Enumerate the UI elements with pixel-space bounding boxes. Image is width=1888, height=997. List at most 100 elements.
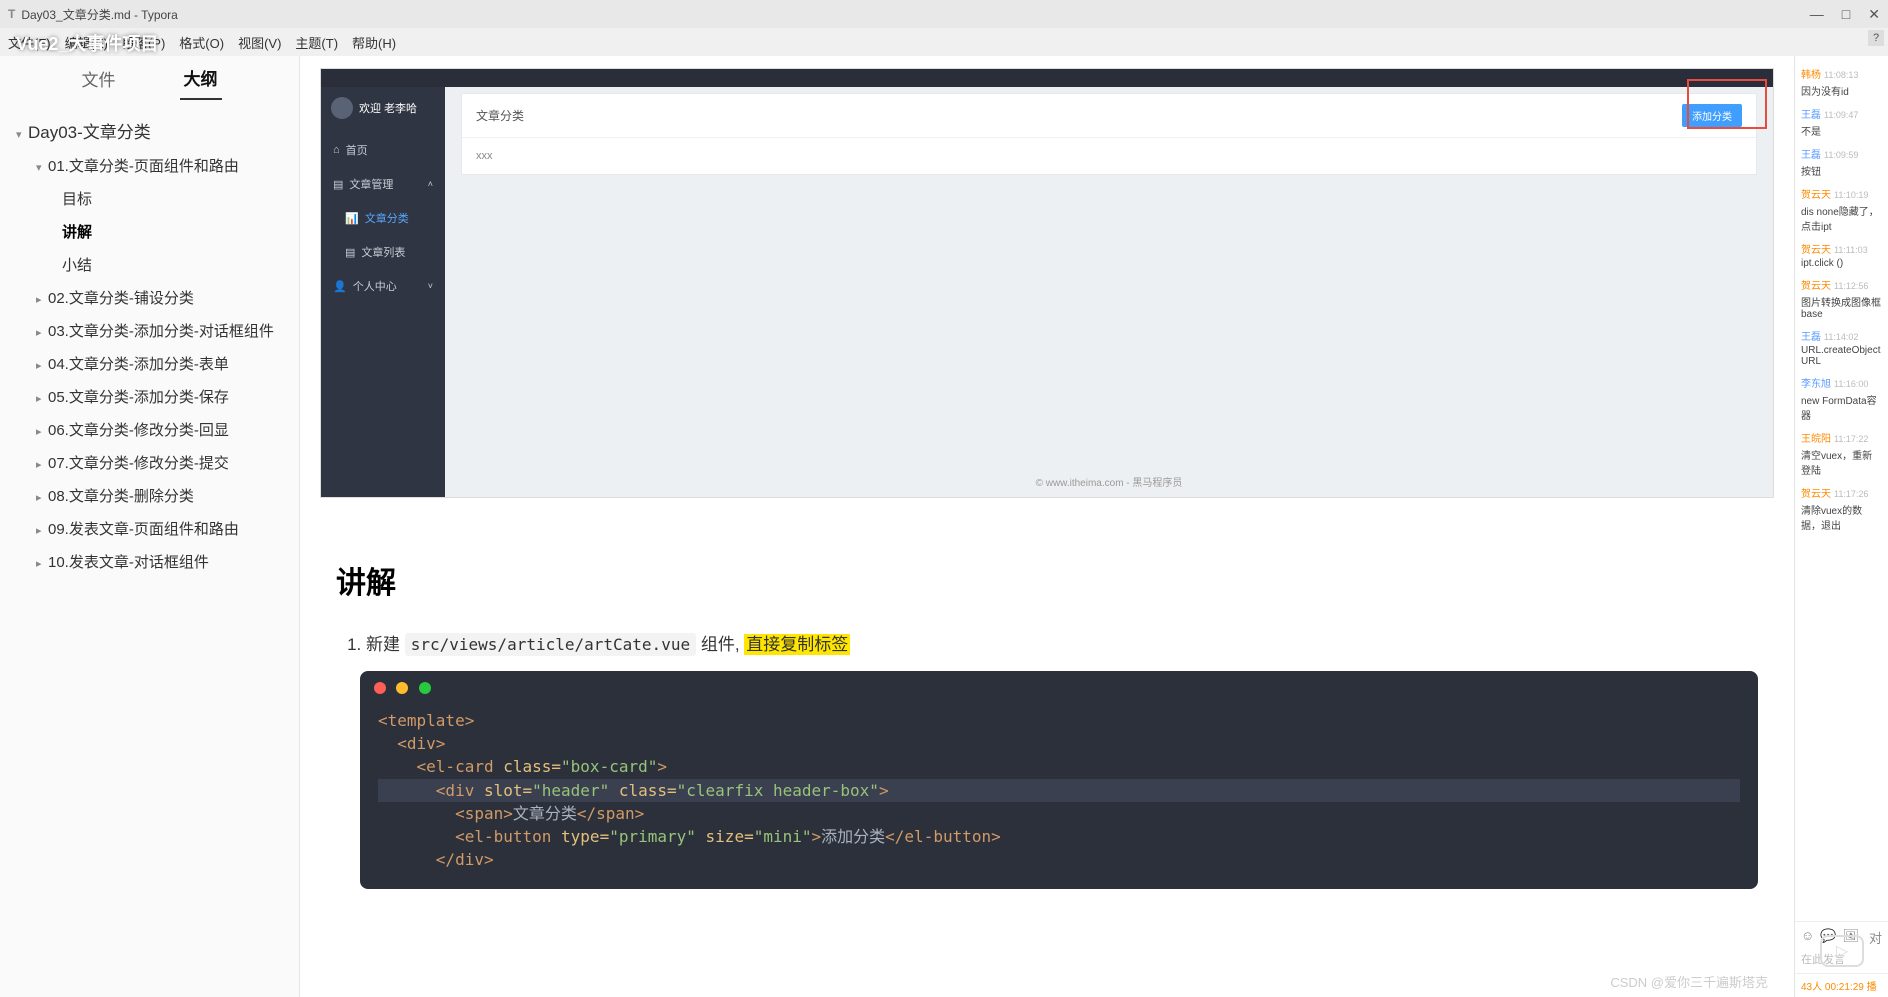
chat-time: 11:12:56 (1834, 281, 1868, 291)
chat-author: 贺云天 (1801, 281, 1831, 292)
embedded-sidebar: 欢迎 老李哈 ⌂ 首页 ▤ 文章管理˄ 📊 文章分类 ▤ 文章列表 👤 个人中心… (321, 69, 445, 497)
outline-item-target[interactable]: 目标 (8, 182, 291, 215)
minimize-button[interactable]: — (1810, 6, 1824, 23)
chat-message: 贺云天11:17:26 清除vuex的数据，退出 (1801, 485, 1882, 532)
nav-user-center[interactable]: 👤 个人中心˅ (321, 269, 445, 303)
chat-panel: ? 韩杨11:08:13因为没有id王磊11:09:47不是王磊11:09:59… (1794, 56, 1888, 997)
nav-article-list[interactable]: ▤ 文章列表 (321, 235, 445, 269)
chat-message: 韩杨11:08:13 因为没有id (1801, 66, 1882, 98)
outline-item-summary[interactable]: 小结 (8, 248, 291, 281)
chat-text: dis none隐藏了，点击ipt (1801, 203, 1882, 233)
outline-section-10[interactable]: ▸10.发表文章-对话框组件 (8, 545, 291, 578)
outline-section-08[interactable]: ▸08.文章分类-删除分类 (8, 479, 291, 512)
video-overlay-title: Vue2_大事件项目 (16, 30, 158, 56)
embedded-card: 文章分类 添加分类 xxx (461, 93, 1757, 175)
titlebar: T Day03_文章分类.md - Typora — □ ✕ (0, 0, 1888, 28)
chat-text: 因为没有id (1801, 83, 1882, 98)
chat-text: 清除vuex的数据，退出 (1801, 502, 1882, 532)
chat-author: 王磊 (1801, 150, 1821, 161)
chat-author: 贺云天 (1801, 190, 1831, 201)
outline-section-06[interactable]: ▸06.文章分类-修改分类-回显 (8, 413, 291, 446)
sidebar: 文件 大纲 ▾Day03-文章分类 ▾01.文章分类-页面组件和路由 目标 讲解… (0, 56, 300, 997)
code-block: <template> <div> <el-card class="box-car… (360, 671, 1758, 889)
embedded-app-screenshot: 欢迎 老李哈 ⌂ 首页 ▤ 文章管理˄ 📊 文章分类 ▤ 文章列表 👤 个人中心… (320, 68, 1774, 498)
chat-text: 图片转换成图像框base (1801, 294, 1882, 320)
outline-root[interactable]: ▾Day03-文章分类 (8, 112, 291, 149)
avatar (331, 97, 353, 119)
outline-section-02[interactable]: ▸02.文章分类-铺设分类 (8, 281, 291, 314)
window-title: Day03_文章分类.md - Typora (21, 6, 178, 23)
dot-green-icon (419, 682, 431, 694)
chat-messages[interactable]: 韩杨11:08:13 因为没有id 王磊 11:09:47 不是王磊11:09:59按钮… (1795, 56, 1888, 921)
nav-article-cate[interactable]: 📊 文章分类 (321, 201, 445, 235)
chat-text: 按钮 (1801, 163, 1882, 178)
nav-article-mgmt[interactable]: ▤ 文章管理˄ (321, 167, 445, 201)
help-icon[interactable]: ? (1868, 30, 1884, 46)
embedded-footer: © www.itheima.com - 黑马程序员 (445, 474, 1773, 489)
tab-file[interactable]: 文件 (78, 58, 120, 99)
chat-message: 贺云天11:10:19 dis none隐藏了，点击ipt (1801, 186, 1882, 233)
chat-author: 贺云天 (1801, 245, 1831, 256)
chat-message: 王磊11:14:02 URL.createObjectURL (1801, 328, 1882, 367)
chat-message: 李东旭11:16:00 new FormData容器 (1801, 375, 1882, 422)
dot-yellow-icon (396, 682, 408, 694)
chat-time: 11:14:02 (1824, 332, 1858, 342)
chat-footer: 43人 00:21:29 播 (1795, 973, 1888, 997)
outline-section-01[interactable]: ▾01.文章分类-页面组件和路由 (8, 149, 291, 182)
step-1: 新建 src/views/article/artCate.vue 组件, 直接复… (366, 630, 1264, 655)
add-category-button[interactable]: 添加分类 (1682, 104, 1742, 127)
outline-section-03[interactable]: ▸03.文章分类-添加分类-对话框组件 (8, 314, 291, 347)
embedded-card-title: 文章分类 (476, 107, 524, 124)
chat-message: 贺云天11:12:56 图片转换成图像框base (1801, 277, 1882, 320)
app-icon: T (8, 7, 15, 21)
pip-icon[interactable]: ▷ (1820, 935, 1864, 967)
chat-author: 韩杨 (1801, 70, 1821, 81)
chat-message: 王磊11:09:59按钮 (1801, 146, 1882, 178)
outline-section-09[interactable]: ▸09.发表文章-页面组件和路由 (8, 512, 291, 545)
chat-text: ipt.click () (1801, 258, 1882, 269)
menubar: Vue2_大事件项目 文件(F) 编辑(E) 段落(P) 格式(O) 视图(V)… (0, 28, 1888, 56)
chat-message: 王皖阳11:17:22清空vuex，重新登陆 (1801, 430, 1882, 477)
tab-outline[interactable]: 大纲 (180, 57, 222, 100)
menu-view[interactable]: 视图(V) (238, 33, 281, 52)
highlight-text: 直接复制标签 (744, 634, 850, 655)
close-button[interactable]: ✕ (1868, 6, 1880, 23)
article-body: 讲解 新建 src/views/article/artCate.vue 组件, … (300, 498, 1300, 655)
chat-extra-label: 对 (1869, 928, 1882, 947)
chat-author: 贺云天 (1801, 489, 1831, 500)
chat-time: 11:17:26 (1834, 489, 1868, 499)
inline-code-path: src/views/article/artCate.vue (405, 633, 696, 656)
menu-format[interactable]: 格式(O) (179, 33, 224, 52)
outline-section-05[interactable]: ▸05.文章分类-添加分类-保存 (8, 380, 291, 413)
emoji-icon[interactable]: ☺ (1801, 928, 1814, 947)
menu-help[interactable]: 帮助(H) (352, 33, 396, 52)
outline-section-04[interactable]: ▸04.文章分类-添加分类-表单 (8, 347, 291, 380)
chat-text: new FormData容器 (1801, 392, 1882, 422)
section-heading: 讲解 (336, 558, 1264, 602)
chat-text: 清空vuex，重新登陆 (1801, 447, 1882, 477)
embedded-welcome: 欢迎 老李哈 (321, 89, 445, 133)
content-area[interactable]: 欢迎 老李哈 ⌂ 首页 ▤ 文章管理˄ 📊 文章分类 ▤ 文章列表 👤 个人中心… (300, 56, 1794, 997)
chat-time: 11:16:00 (1834, 379, 1868, 389)
chat-text: 不是 (1801, 123, 1882, 138)
window-controls: — □ ✕ (1810, 6, 1880, 23)
chat-message: 王磊11:09:47不是 (1801, 106, 1882, 138)
outline-item-explain[interactable]: 讲解 (8, 215, 291, 248)
outline-section-07[interactable]: ▸07.文章分类-修改分类-提交 (8, 446, 291, 479)
chat-author: 李东旭 (1801, 379, 1831, 390)
chat-text: URL.createObjectURL (1801, 345, 1882, 367)
chat-message: 贺云天11:11:03 ipt.click () (1801, 241, 1882, 269)
chat-time: 11:09:47 (1824, 110, 1858, 120)
chat-author: 王皖阳 (1801, 434, 1831, 445)
code-content[interactable]: <template> <div> <el-card class="box-car… (360, 705, 1758, 889)
outline-tree: ▾Day03-文章分类 ▾01.文章分类-页面组件和路由 目标 讲解 小结 ▸0… (0, 100, 299, 590)
chat-time: 11:10:19 (1834, 190, 1868, 200)
embedded-card-body: xxx (462, 138, 1756, 174)
chat-time: 11:11:03 (1834, 245, 1868, 255)
chat-author: 王磊 (1801, 332, 1821, 343)
maximize-button[interactable]: □ (1842, 6, 1850, 23)
embedded-main: 文章分类 添加分类 xxx © www.itheima.com - 黑马程序员 (445, 69, 1773, 497)
menu-theme[interactable]: 主题(T) (295, 33, 338, 52)
chat-time: 11:08:13 (1824, 70, 1858, 80)
nav-home[interactable]: ⌂ 首页 (321, 133, 445, 167)
